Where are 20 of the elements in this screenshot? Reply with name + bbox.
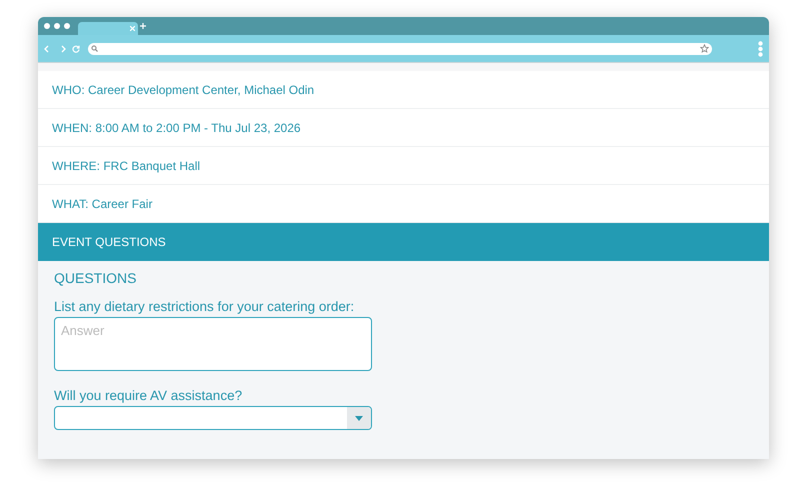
reload-icon[interactable] xyxy=(72,44,80,52)
question-label: List any dietary restrictions for your catering order: xyxy=(54,299,354,314)
section-title: EVENT QUESTIONS xyxy=(52,235,166,249)
question-label: Will you require AV assistance? xyxy=(54,388,242,403)
back-icon[interactable] xyxy=(44,44,49,52)
questions-heading: QUESTIONS xyxy=(54,270,136,286)
star-icon[interactable] xyxy=(700,44,709,53)
plus-icon[interactable] xyxy=(140,23,146,29)
event-detail: WHERE: FRC Banquet Hall xyxy=(52,158,200,172)
caret-icon xyxy=(355,416,363,420)
close-icon[interactable] xyxy=(130,26,135,31)
dropdown-field[interactable] xyxy=(54,406,372,430)
answer-field[interactable]: Answer xyxy=(54,317,372,371)
event-detail: WHAT: Career Fair xyxy=(52,196,152,210)
forward-icon[interactable] xyxy=(61,44,66,52)
menu-icon[interactable] xyxy=(758,40,763,56)
event-detail: WHEN: 8:00 AM to 2:00 PM - Thu Jul 23, 2026 xyxy=(52,120,301,134)
address-bar[interactable] xyxy=(88,42,712,54)
search-icon xyxy=(91,45,98,52)
event-detail: WHO: Career Development Center, Michael Odin xyxy=(52,82,314,96)
